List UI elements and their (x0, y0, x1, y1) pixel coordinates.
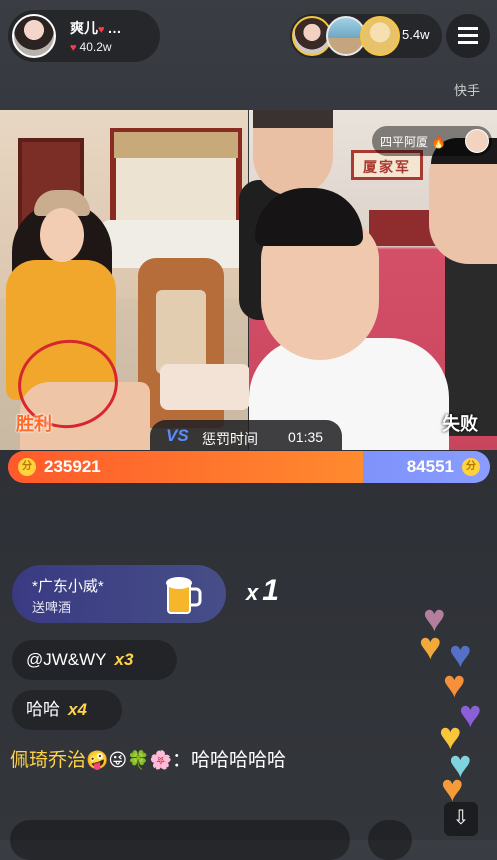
pk-score-bar[interactable]: 分 235921 84551 分 (8, 451, 490, 483)
opponent-name-text: 四平阿厦 (380, 135, 429, 149)
left-score: 235921 (44, 457, 101, 476)
heart-icon: ♥ (419, 626, 442, 668)
right-score: 84551 (406, 457, 454, 476)
vs-icon: VS (166, 426, 189, 445)
menu-icon-line (458, 34, 478, 37)
host-name-suffix: … (107, 20, 122, 36)
win-label: 胜利 (16, 414, 52, 434)
beer-mug-icon (166, 577, 202, 614)
menu-icon-line (458, 41, 478, 44)
chat-text: 哈哈 (26, 700, 60, 719)
viewer-strip[interactable]: 5.4w (290, 14, 442, 58)
chat-message[interactable]: @JW&WY x3 (12, 640, 177, 680)
gift-sender: *广东小威* (32, 578, 104, 595)
viewer-count: 5.4w (402, 27, 430, 42)
opponent-video-feed[interactable]: 厦家军 (239, 110, 497, 450)
host-name: 爽儿♥… (70, 18, 122, 38)
heart-icon: ♥ (459, 694, 482, 736)
coin-icon: 分 (18, 458, 36, 476)
floating-hearts: ♥ ♥ ♥ ♥ ♥ ♥ ♥ ♥ (415, 600, 497, 810)
comment-text: ：哈哈哈哈哈 (172, 750, 287, 771)
flame-icon: 🔥 (431, 135, 447, 149)
chat-multiplier: x3 (114, 650, 134, 669)
lose-label: 失败 (442, 414, 478, 434)
heart-icon: ♥ (98, 24, 105, 36)
menu-icon-line (458, 27, 478, 30)
gift-description: 送啤酒 (32, 600, 72, 615)
chat-text: @JW&WY (26, 650, 107, 669)
host-info[interactable]: 爽儿♥… ♥ 40.2w (8, 10, 160, 62)
comment-input[interactable] (10, 820, 350, 860)
host-video-feed[interactable]: 胜利 (0, 110, 250, 450)
download-icon[interactable]: ⇩ (444, 802, 478, 836)
platform-watermark: 快手 (454, 83, 481, 98)
gift-count: x1 (246, 574, 279, 608)
penalty-timer: VS 惩罚时间 01:35 (150, 420, 342, 450)
host-likes: ♥ 40.2w (70, 40, 112, 54)
opponent-name: 四平阿厦 🔥 (380, 133, 446, 150)
curtain (114, 132, 238, 158)
chat-message[interactable]: 哈哈 x4 (12, 690, 122, 730)
pk-video[interactable]: 胜利 厦家军 四平阿厦 🔥 失败 VS 惩罚时间 01:35 (0, 110, 497, 450)
host-avatar[interactable] (12, 14, 56, 58)
gift-count-value: 1 (262, 574, 279, 607)
person-body (445, 256, 497, 436)
penalty-time: 01:35 (288, 429, 324, 445)
coin-icon: 分 (462, 458, 480, 476)
comment-user[interactable]: 佩琦乔治 (10, 750, 86, 771)
comment-emojis: 🤪😜🍀🌸 (86, 750, 173, 770)
viewer-avatar[interactable] (360, 16, 400, 56)
chat-multiplier: x4 (68, 700, 87, 719)
pillow (160, 364, 250, 410)
person-hair (253, 110, 333, 128)
opponent-info[interactable]: 四平阿厦 🔥 (372, 126, 492, 156)
like-heart-icon: ♥ (70, 42, 77, 54)
streamer-face (40, 208, 84, 262)
menu-button[interactable] (446, 14, 490, 58)
penalty-label: 惩罚时间 (202, 431, 258, 447)
chair-slot (156, 290, 206, 374)
banner-text: 厦家军 (363, 159, 411, 175)
share-button[interactable] (368, 820, 412, 860)
comment-message[interactable]: 佩琦乔治🤪😜🍀🌸：哈哈哈哈哈 (10, 746, 350, 775)
host-likes-count: 40.2w (79, 40, 112, 54)
opponent-avatar[interactable] (465, 129, 489, 153)
host-name-text: 爽儿 (70, 20, 98, 36)
gift-toast: *广东小威* 送啤酒 (12, 565, 226, 623)
gift-count-prefix: x (246, 580, 259, 605)
